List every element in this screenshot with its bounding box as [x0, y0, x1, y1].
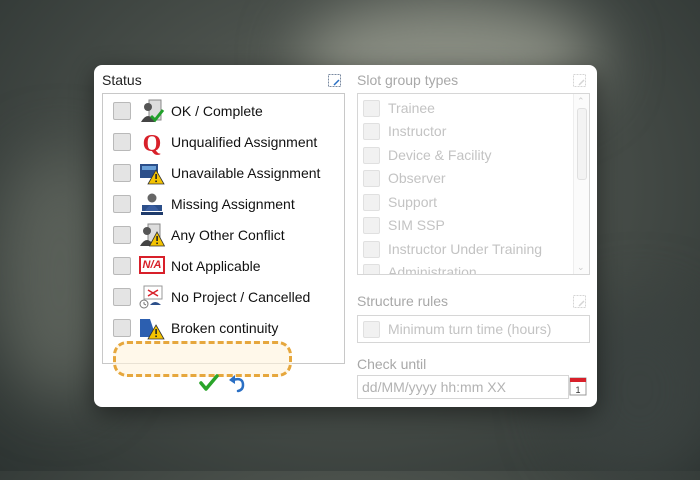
status-item-label: Missing Assignment: [171, 196, 295, 212]
slot-item-label: Observer: [388, 170, 446, 186]
slot-item[interactable]: Device & Facility: [363, 144, 568, 166]
slot-item[interactable]: SIM SSP: [363, 214, 568, 236]
slot-checkbox[interactable]: [363, 147, 380, 164]
n-a-badge-icon: N/A: [139, 256, 165, 274]
status-checkbox[interactable]: [113, 195, 131, 213]
status-item-label: No Project / Cancelled: [171, 289, 311, 305]
q-letter-icon: Q: [143, 131, 162, 155]
slot-item[interactable]: Instructor: [363, 120, 568, 142]
select-all-icon[interactable]: [573, 74, 586, 87]
slot-item-label: Support: [388, 194, 438, 210]
slot-checkbox[interactable]: [363, 194, 380, 211]
filter-dialog: Status OK / Complete Q Unqualified Assig…: [94, 65, 597, 407]
slot-checkbox[interactable]: [363, 241, 380, 258]
structure-rules-title: Structure rules: [357, 293, 449, 309]
status-item-label: Unqualified Assignment: [171, 134, 318, 150]
status-item-label: Not Applicable: [171, 258, 261, 274]
status-item-any-other-conflict[interactable]: Any Other Conflict: [107, 221, 339, 249]
status-checkbox[interactable]: [113, 102, 131, 120]
apply-check-button[interactable]: [198, 372, 220, 394]
slot-checkbox[interactable]: [363, 170, 380, 187]
scroll-up-icon[interactable]: ⌃: [577, 96, 585, 106]
no-project-icon: [139, 285, 163, 309]
status-checkbox[interactable]: [113, 226, 131, 244]
check-until-input[interactable]: dd/MM/yyyy hh:mm XX: [357, 375, 569, 399]
conflict-warning-icon: [140, 223, 165, 247]
calendar-icon[interactable]: 1: [569, 375, 587, 397]
missing-person-icon: [141, 193, 163, 215]
status-checkbox[interactable]: [113, 319, 131, 337]
rule-item-label: Minimum turn time (hours): [388, 321, 552, 337]
status-item-missing[interactable]: Missing Assignment: [107, 190, 339, 218]
status-item-not-applicable[interactable]: N/A Not Applicable: [107, 252, 339, 280]
status-item-label: Unavailable Assignment: [171, 165, 321, 181]
status-item-label: OK / Complete: [171, 103, 263, 119]
scroll-down-icon[interactable]: ⌄: [577, 262, 585, 272]
status-item-unqualified[interactable]: Q Unqualified Assignment: [107, 128, 339, 156]
status-item-ok-complete[interactable]: OK / Complete: [107, 97, 339, 125]
select-all-icon[interactable]: [328, 74, 341, 87]
slot-item[interactable]: Observer: [363, 167, 568, 189]
slot-item-label: Trainee: [388, 100, 435, 116]
slot-checkbox[interactable]: [363, 264, 380, 274]
status-list: OK / Complete Q Unqualified Assignment U…: [102, 93, 345, 377]
slot-item[interactable]: Instructor Under Training: [363, 238, 568, 260]
scroll-thumb[interactable]: [577, 108, 587, 180]
ok-complete-icon: [141, 99, 165, 123]
scrollbar[interactable]: ⌃ ⌄: [573, 94, 589, 274]
slot-checkbox[interactable]: [363, 123, 380, 140]
undo-button[interactable]: [227, 372, 249, 394]
status-checkbox[interactable]: [113, 164, 131, 182]
slot-item[interactable]: Support: [363, 191, 568, 213]
slot-item[interactable]: Administration: [363, 261, 568, 275]
slot-checkbox[interactable]: [363, 100, 380, 117]
slot-group-list: Trainee Instructor Device & Facility Obs…: [357, 93, 590, 275]
svg-text:1: 1: [575, 385, 580, 395]
rule-checkbox[interactable]: [363, 321, 380, 338]
structure-rules-list: Minimum turn time (hours): [357, 315, 590, 343]
check-until-title: Check until: [357, 356, 427, 372]
status-item-no-project[interactable]: No Project / Cancelled: [107, 283, 339, 311]
status-checkbox[interactable]: [113, 257, 131, 275]
slot-group-types-title: Slot group types: [357, 72, 459, 88]
date-placeholder: dd/MM/yyyy hh:mm XX: [362, 379, 506, 395]
slot-item-label: SIM SSP: [388, 217, 445, 233]
unavailable-warning-icon: [140, 164, 165, 185]
slot-item-label: Instructor Under Training: [388, 241, 543, 257]
status-item-broken-continuity[interactable]: Broken continuity: [107, 314, 339, 342]
status-checkbox[interactable]: [113, 133, 131, 151]
status-checkbox[interactable]: [113, 288, 131, 306]
status-item-label: Broken continuity: [171, 320, 279, 336]
status-item-unavailable[interactable]: Unavailable Assignment: [107, 159, 339, 187]
slot-item-label: Instructor: [388, 123, 447, 139]
slot-item-label: Device & Facility: [388, 147, 492, 163]
status-title: Status: [102, 72, 142, 88]
rule-item[interactable]: Minimum turn time (hours): [363, 318, 568, 340]
slot-checkbox[interactable]: [363, 217, 380, 234]
select-all-icon[interactable]: [573, 295, 586, 308]
broken-continuity-icon: [140, 319, 165, 340]
slot-item-label: Administration: [388, 264, 477, 275]
status-item-label: Any Other Conflict: [171, 227, 285, 243]
slot-item[interactable]: Trainee: [363, 97, 568, 119]
svg-text:Q: Q: [143, 131, 162, 155]
